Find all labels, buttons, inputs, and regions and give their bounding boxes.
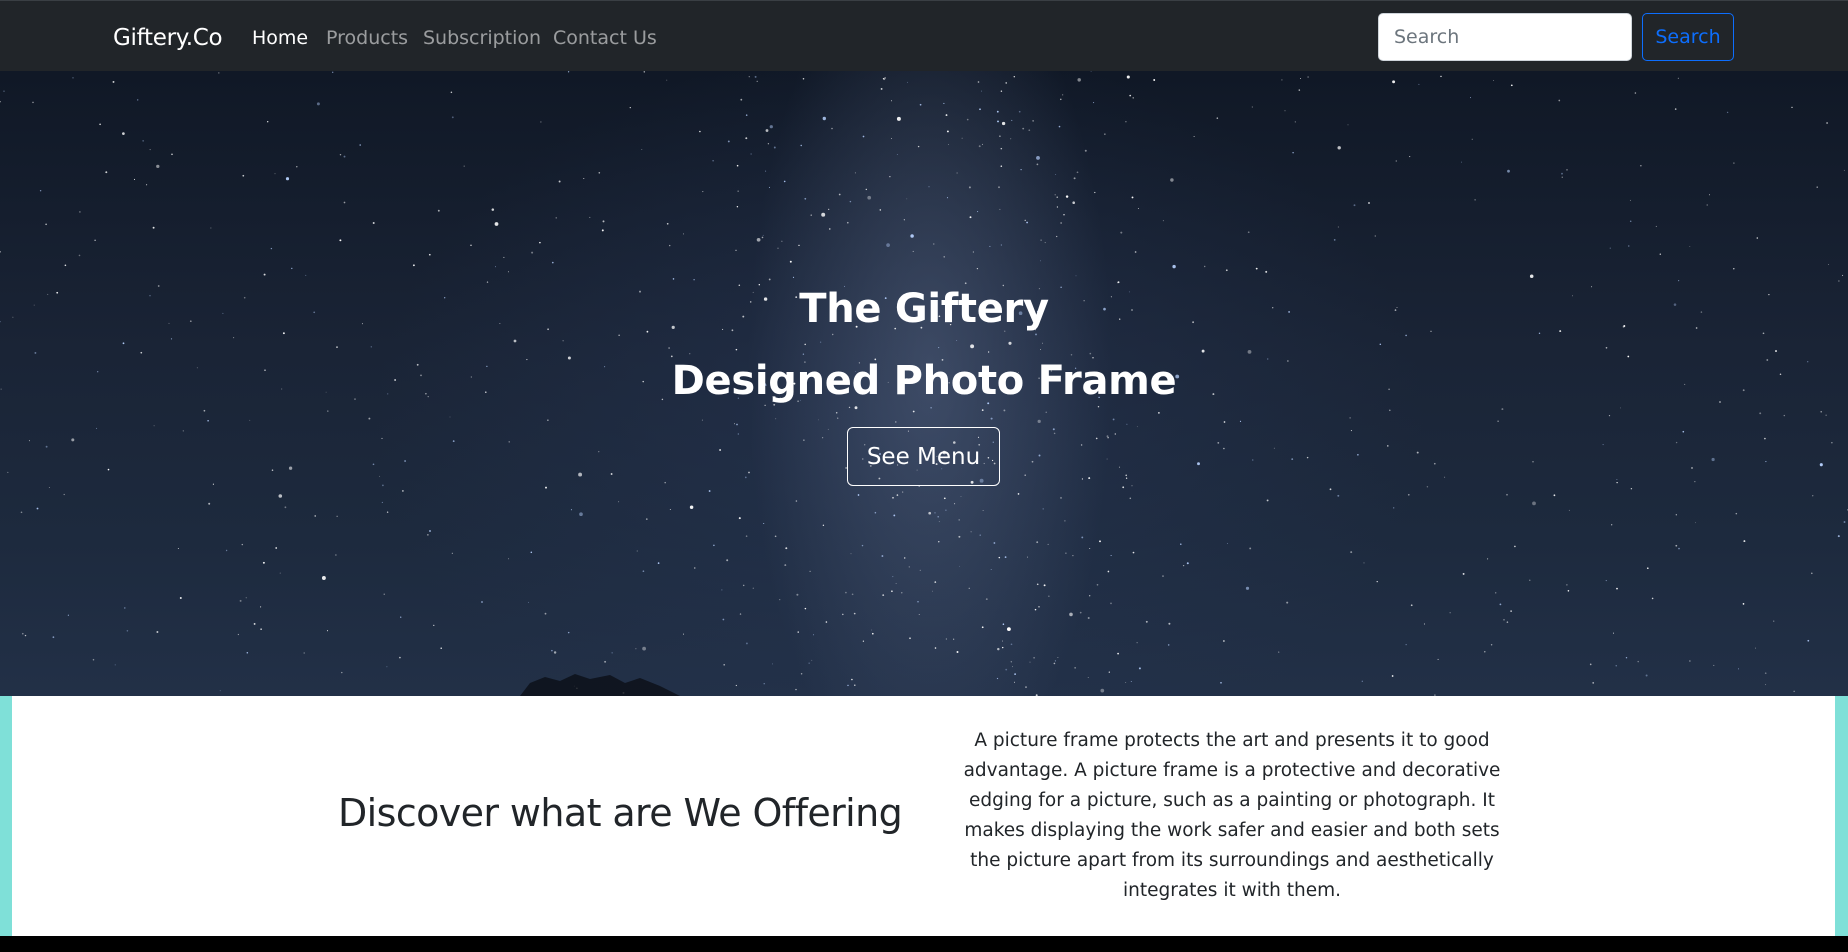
offering-description: A picture frame protects the art and pre… [963,730,1501,901]
nav-link-contact-us[interactable]: Contact Us [553,27,657,49]
hero-banner: The Giftery Designed Photo Frame See Men… [0,71,1848,696]
nav-link-home[interactable]: Home [252,27,308,49]
hero-title: The Giftery [799,286,1049,332]
see-menu-button[interactable]: See Menu [847,427,1000,486]
offering-heading: Discover what are We Offering [338,791,903,835]
search-button[interactable]: Search [1642,13,1734,61]
nav-link-subscription[interactable]: Subscription [423,27,541,49]
nav-link-products[interactable]: Products [326,27,408,49]
left-accent-stripe [0,696,12,936]
footer-bar [0,936,1848,952]
brand-logo-link[interactable]: Giftery.Co [113,25,223,51]
offering-section: Discover what are We Offering A picture … [0,696,1848,936]
search-input[interactable] [1378,13,1632,61]
hero-subtitle: Designed Photo Frame [671,358,1177,404]
right-accent-stripe [1835,696,1848,936]
top-navbar: Giftery.Co Home Products Subscription Co… [0,0,1848,71]
